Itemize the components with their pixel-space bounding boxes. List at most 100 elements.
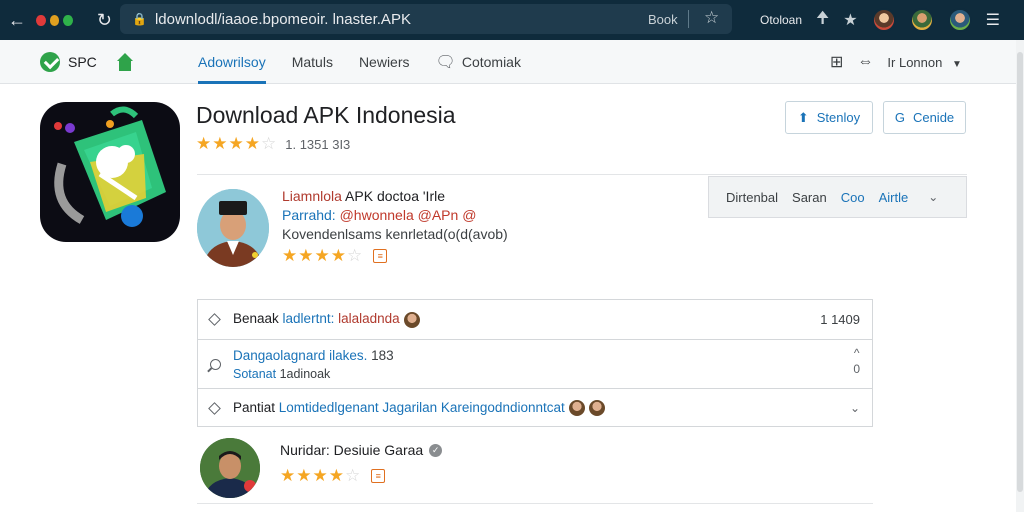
tab-matuls[interactable]: Matuls bbox=[292, 40, 333, 84]
divider bbox=[197, 174, 967, 175]
row-toggle-value: 0 bbox=[853, 362, 860, 376]
details-list: Benaak ladlertnt: lalaladnda 1 1409 Dang… bbox=[197, 299, 873, 427]
tab-downloads[interactable]: Adowrilsoy bbox=[198, 40, 266, 84]
author-rating: ★★★★☆ ≡ bbox=[282, 246, 508, 266]
avatar[interactable] bbox=[947, 8, 972, 32]
list-item-text: Pantiat Lomtidedlgenant Jagarilan Karein… bbox=[233, 399, 605, 417]
author-info: Liamnlola APK doctoa 'Irle Parrahd: @hwo… bbox=[282, 188, 508, 266]
tab-newiers[interactable]: Newiers bbox=[359, 40, 410, 84]
url-text[interactable]: ldownlodl/iaaoe.bpomeoir. lnaster.APK bbox=[155, 11, 411, 28]
list-item[interactable]: Benaak ladlertnt: lalaladnda 1 1409 bbox=[198, 300, 872, 340]
avatar bbox=[588, 400, 605, 417]
account-label: Lonnon bbox=[898, 54, 943, 70]
author2-stars-icon: ★★★★☆ bbox=[280, 466, 362, 485]
author-handle-label: Parrahd: bbox=[282, 207, 340, 223]
url-divider bbox=[688, 10, 689, 28]
home-icon[interactable] bbox=[115, 52, 135, 71]
chevron-up-icon[interactable]: ^ bbox=[854, 346, 860, 360]
row-prefix: Pantiat bbox=[233, 399, 279, 415]
chat-bubble-icon: 🗨 bbox=[435, 54, 456, 71]
hamburger-menu-icon[interactable]: ☰ bbox=[986, 10, 1000, 30]
list-item-text: Benaak ladlertnt: lalaladnda bbox=[233, 311, 420, 328]
app-logo-icon bbox=[54, 106, 166, 227]
filter-item[interactable]: Airtle bbox=[879, 190, 909, 205]
share-button[interactable]: ⬆ Stenloy bbox=[785, 101, 873, 134]
author-avatar[interactable] bbox=[197, 189, 269, 267]
scrollbar-thumb[interactable] bbox=[1017, 52, 1023, 492]
row-red-text: lalaladnda bbox=[334, 311, 400, 327]
brand[interactable]: SPC bbox=[40, 51, 97, 72]
row-blue-text: Sotanat bbox=[233, 366, 277, 381]
list-item-count: 1 1409 bbox=[820, 312, 860, 327]
layout-grid-icon[interactable]: ⊞ bbox=[830, 52, 843, 72]
diamond-icon bbox=[208, 401, 221, 415]
author-handle-value: @hwonnela @APn @ bbox=[339, 207, 477, 223]
chevron-down-icon[interactable]: ⌄ bbox=[928, 190, 938, 204]
browser-actions: Otoloan 🠉 ★ ☰ bbox=[760, 0, 1000, 40]
list-item[interactable]: Dangaolagnard ilakes. 183 Sotanat 1adino… bbox=[198, 340, 872, 389]
verified-icon: ✓ bbox=[429, 443, 443, 457]
maximize-dot-icon[interactable] bbox=[63, 14, 73, 26]
search-icon bbox=[210, 358, 221, 370]
nav-actions: ⊞ ⇔ Ir Lonnon ▼ bbox=[830, 40, 962, 84]
share-icon: ⬆ bbox=[797, 109, 809, 125]
filter-item[interactable]: Coo bbox=[841, 190, 865, 205]
generate-button[interactable]: G Cenide bbox=[883, 101, 966, 134]
tab-comments[interactable]: 🗨 Cotomiak bbox=[436, 40, 521, 84]
minimize-dot-icon[interactable] bbox=[49, 14, 60, 26]
window-controls: ← ↻ bbox=[0, 10, 112, 31]
share-button-label: Stenloy bbox=[816, 110, 861, 125]
reload-icon[interactable]: ↻ bbox=[97, 10, 112, 31]
list-item[interactable]: Pantiat Lomtidedlgenant Jagarilan Karein… bbox=[198, 389, 872, 427]
nav-tabs: Adowrilsoy Matuls Newiers 🗨 Cotomiak bbox=[198, 40, 521, 84]
scrollbar[interactable] bbox=[1016, 40, 1024, 512]
lock-icon: 🔒 bbox=[132, 12, 147, 26]
report-icon[interactable]: ≡ bbox=[371, 469, 386, 483]
browser-toolbar: ← ↻ 🔒 ldownlodl/iaaoe.bpomeoir. lnaster.… bbox=[0, 0, 1024, 40]
chevron-down-icon[interactable]: ⌄ bbox=[850, 401, 860, 415]
row-count: 183 bbox=[367, 347, 394, 363]
author-stars-icon: ★★★★☆ bbox=[282, 246, 364, 265]
list-item-text: Dangaolagnard ilakes. 183 Sotanat 1adino… bbox=[233, 348, 394, 381]
url-side-label[interactable]: Book bbox=[648, 12, 678, 27]
app-icon bbox=[40, 102, 180, 242]
address-bar[interactable]: 🔒 ldownlodl/iaaoe.bpomeoir. lnaster.APK … bbox=[120, 4, 732, 34]
page-title: Download APK Indonesia bbox=[196, 102, 456, 128]
row-blue-text: ladlertnt: bbox=[282, 311, 335, 327]
translate-icon[interactable]: ⇔ bbox=[857, 53, 873, 71]
author-handle[interactable]: Parrahd: @hwonnela @APn @ bbox=[282, 207, 508, 223]
author2-rating: ★★★★☆ ≡ bbox=[280, 466, 442, 486]
account-prefix: Ir bbox=[887, 54, 899, 70]
author2-photo-icon bbox=[200, 438, 260, 498]
author-title-rest: APK doctoa 'Irle bbox=[341, 188, 446, 204]
upload-arrow-icon[interactable]: 🠉 bbox=[816, 7, 829, 34]
report-icon[interactable]: ≡ bbox=[373, 249, 388, 263]
account-menu[interactable]: Ir Lonnon ▼ bbox=[887, 55, 961, 70]
author-description: Kovendenlsams kenrletad(o(d(avob) bbox=[282, 226, 508, 242]
divider bbox=[197, 503, 873, 504]
app-navbar: SPC Adowrilsoy Matuls Newiers 🗨 Cotomiak… bbox=[0, 40, 1016, 84]
author2-avatar[interactable] bbox=[200, 438, 260, 498]
author2-name: Nuridar: Desiuie Garaa ✓ bbox=[280, 442, 443, 458]
rating-stars-icon: ★★★★☆ bbox=[196, 134, 278, 153]
close-dot-icon[interactable] bbox=[36, 14, 46, 26]
row-rest-text: 1adinoak bbox=[276, 366, 331, 381]
avatar[interactable] bbox=[909, 8, 934, 32]
filter-item[interactable]: Dirtenbal bbox=[726, 190, 778, 205]
author-title: Liamnlola APK doctoa 'Irle bbox=[282, 188, 508, 204]
sort-toggle[interactable]: ^ 0 bbox=[853, 346, 860, 376]
back-arrow-icon[interactable]: ← bbox=[8, 10, 26, 31]
avatar[interactable] bbox=[871, 8, 896, 32]
app-rating: ★★★★☆ 1. 1351 3I3 bbox=[196, 134, 350, 154]
row-line: Dangaolagnard ilakes. 183 bbox=[233, 348, 394, 363]
profile-label[interactable]: Otoloan bbox=[760, 13, 802, 27]
brand-text: SPC bbox=[68, 53, 97, 70]
avatar bbox=[568, 400, 585, 417]
author-photo-icon bbox=[197, 189, 269, 267]
chevron-down-icon: ▼ bbox=[951, 58, 962, 70]
row-blue-text: Lomtidedlgenant Jagarilan Kareingodndion… bbox=[278, 399, 565, 415]
row-line: Sotanat 1adinoak bbox=[233, 367, 394, 381]
filter-item[interactable]: Saran bbox=[792, 190, 827, 205]
bookmark-star-icon[interactable]: ☆ bbox=[704, 8, 719, 28]
star-icon[interactable]: ★ bbox=[843, 10, 857, 30]
